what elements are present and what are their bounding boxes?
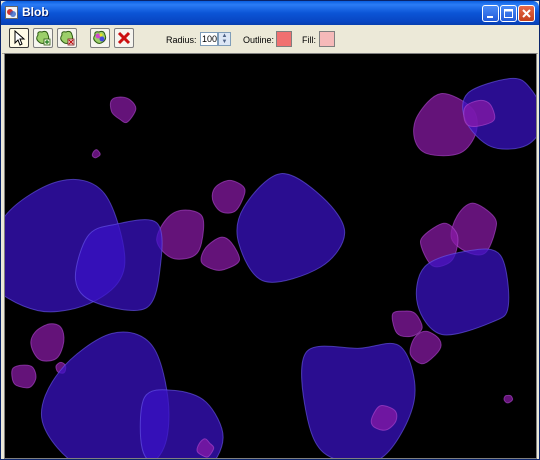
blob-shape[interactable] bbox=[91, 149, 101, 159]
add-blob-icon bbox=[36, 30, 51, 46]
outline-label: Outline: bbox=[243, 35, 275, 45]
close-button[interactable] bbox=[518, 5, 535, 22]
blob-canvas[interactable] bbox=[4, 53, 537, 459]
blob-shape[interactable] bbox=[236, 173, 346, 283]
outline-color-swatch[interactable] bbox=[276, 31, 292, 47]
blob-shape[interactable] bbox=[503, 394, 514, 404]
paint-blob-icon bbox=[93, 30, 107, 44]
maximize-button[interactable] bbox=[500, 5, 517, 22]
blob-shape[interactable] bbox=[11, 364, 37, 389]
blob-shape[interactable] bbox=[301, 342, 416, 459]
blob-shape[interactable] bbox=[409, 330, 442, 365]
app-icon bbox=[5, 6, 18, 19]
remove-blob-icon bbox=[60, 30, 75, 46]
paint-blob-button[interactable] bbox=[90, 28, 110, 48]
radius-input[interactable]: 100 bbox=[200, 32, 218, 46]
blob-shape[interactable] bbox=[156, 209, 205, 260]
spin-down-icon[interactable]: ▼ bbox=[219, 39, 230, 45]
add-blob-button[interactable] bbox=[33, 28, 53, 48]
blob-shape[interactable] bbox=[109, 96, 137, 124]
cursor-icon bbox=[14, 30, 26, 46]
blob-shape[interactable] bbox=[391, 310, 423, 338]
radius-spinner[interactable]: ▲ ▼ bbox=[218, 32, 231, 46]
delete-x-icon bbox=[117, 31, 131, 45]
app-window: Blob Radius: 100 ▲ ▼ Outline: Fill: bbox=[0, 0, 540, 460]
window-title: Blob bbox=[22, 5, 49, 19]
fill-color-swatch[interactable] bbox=[319, 31, 335, 47]
blob-shape[interactable] bbox=[463, 99, 496, 128]
radius-label: Radius: bbox=[166, 35, 197, 45]
minimize-button[interactable] bbox=[482, 5, 499, 22]
title-bar[interactable]: Blob bbox=[1, 1, 539, 25]
remove-blob-button[interactable] bbox=[57, 28, 77, 48]
blob-shape[interactable] bbox=[30, 323, 65, 362]
fill-label: Fill: bbox=[302, 35, 316, 45]
select-tool-button[interactable] bbox=[9, 28, 29, 48]
toolbar: Radius: 100 ▲ ▼ Outline: Fill: bbox=[2, 25, 538, 54]
delete-all-button[interactable] bbox=[114, 28, 134, 48]
blob-shape[interactable] bbox=[415, 248, 510, 336]
blob-shape[interactable] bbox=[200, 236, 240, 271]
blob-shape[interactable] bbox=[450, 202, 497, 256]
blob-shape[interactable] bbox=[211, 179, 246, 214]
